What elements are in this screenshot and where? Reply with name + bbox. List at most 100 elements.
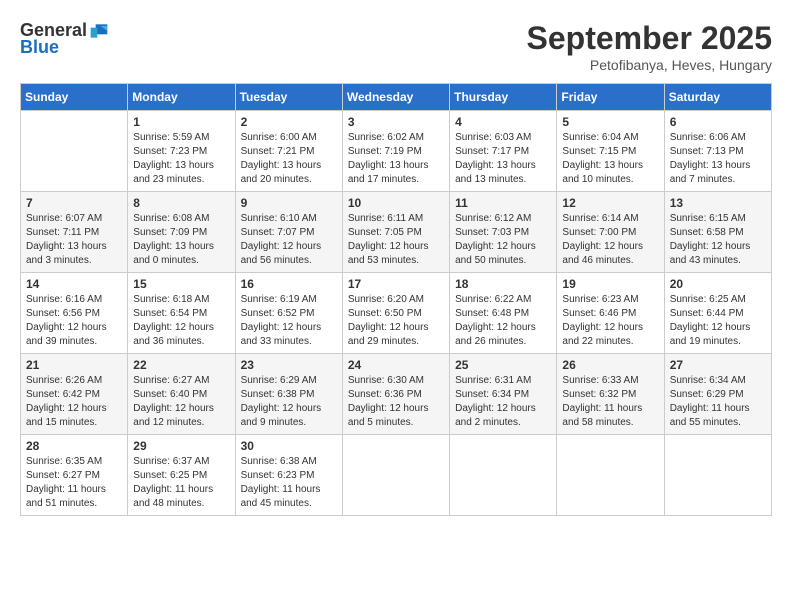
day-number: 5 bbox=[562, 115, 658, 129]
calendar-header-row: SundayMondayTuesdayWednesdayThursdayFrid… bbox=[21, 84, 772, 111]
day-detail: Sunrise: 6:33 AMSunset: 6:32 PMDaylight:… bbox=[562, 374, 658, 430]
day-number: 24 bbox=[348, 358, 444, 372]
day-number: 12 bbox=[562, 196, 658, 210]
day-number: 28 bbox=[26, 439, 122, 453]
day-detail: Sunrise: 6:04 AMSunset: 7:15 PMDaylight:… bbox=[562, 131, 658, 187]
day-number: 2 bbox=[241, 115, 337, 129]
calendar-cell bbox=[557, 435, 664, 516]
day-header-wednesday: Wednesday bbox=[342, 84, 449, 111]
day-number: 23 bbox=[241, 358, 337, 372]
day-detail: Sunrise: 6:16 AMSunset: 6:56 PMDaylight:… bbox=[26, 293, 122, 349]
calendar-week-row: 7 Sunrise: 6:07 AMSunset: 7:11 PMDaylight… bbox=[21, 192, 772, 273]
calendar-cell: 26 Sunrise: 6:33 AMSunset: 6:32 PMDayligh… bbox=[557, 354, 664, 435]
day-header-thursday: Thursday bbox=[450, 84, 557, 111]
calendar-table: SundayMondayTuesdayWednesdayThursdayFrid… bbox=[20, 83, 772, 516]
calendar-week-row: 21Sunrise: 6:26 AMSunset: 6:42 PMDayligh… bbox=[21, 354, 772, 435]
day-number: 26 bbox=[562, 358, 658, 372]
calendar-cell bbox=[21, 111, 128, 192]
day-number: 22 bbox=[133, 358, 229, 372]
day-number: 9 bbox=[241, 196, 337, 210]
day-number: 4 bbox=[455, 115, 551, 129]
calendar-cell: 4 Sunrise: 6:03 AMSunset: 7:17 PMDaylight… bbox=[450, 111, 557, 192]
day-header-tuesday: Tuesday bbox=[235, 84, 342, 111]
day-detail: Sunrise: 6:26 AMSunset: 6:42 PMDaylight:… bbox=[26, 374, 122, 430]
day-number: 20 bbox=[670, 277, 766, 291]
day-detail: Sunrise: 6:30 AMSunset: 6:36 PMDaylight:… bbox=[348, 374, 444, 430]
calendar-cell: 8 Sunrise: 6:08 AMSunset: 7:09 PMDaylight… bbox=[128, 192, 235, 273]
calendar-cell: 24 Sunrise: 6:30 AMSunset: 6:36 PMDayligh… bbox=[342, 354, 449, 435]
calendar-cell: 29Sunrise: 6:37 AMSunset: 6:25 PMDayligh… bbox=[128, 435, 235, 516]
day-detail: Sunrise: 6:18 AMSunset: 6:54 PMDaylight:… bbox=[133, 293, 229, 349]
calendar-cell: 7 Sunrise: 6:07 AMSunset: 7:11 PMDaylight… bbox=[21, 192, 128, 273]
day-detail: Sunrise: 6:29 AMSunset: 6:38 PMDaylight:… bbox=[241, 374, 337, 430]
logo-blue: Blue bbox=[20, 37, 59, 58]
day-number: 30 bbox=[241, 439, 337, 453]
subtitle: Petofibanya, Heves, Hungary bbox=[527, 57, 772, 73]
day-detail: Sunrise: 6:34 AMSunset: 6:29 PMDaylight:… bbox=[670, 374, 766, 430]
day-detail: Sunrise: 6:08 AMSunset: 7:09 PMDaylight:… bbox=[133, 212, 229, 268]
logo: General Blue bbox=[20, 20, 109, 58]
day-detail: Sunrise: 5:59 AMSunset: 7:23 PMDaylight:… bbox=[133, 131, 229, 187]
day-detail: Sunrise: 6:20 AMSunset: 6:50 PMDaylight:… bbox=[348, 293, 444, 349]
day-number: 18 bbox=[455, 277, 551, 291]
day-header-sunday: Sunday bbox=[21, 84, 128, 111]
day-detail: Sunrise: 6:03 AMSunset: 7:17 PMDaylight:… bbox=[455, 131, 551, 187]
day-detail: Sunrise: 6:12 AMSunset: 7:03 PMDaylight:… bbox=[455, 212, 551, 268]
day-number: 6 bbox=[670, 115, 766, 129]
day-header-friday: Friday bbox=[557, 84, 664, 111]
calendar-cell: 1 Sunrise: 5:59 AMSunset: 7:23 PMDaylight… bbox=[128, 111, 235, 192]
calendar-cell: 14Sunrise: 6:16 AMSunset: 6:56 PMDayligh… bbox=[21, 273, 128, 354]
calendar-week-row: 28 Sunrise: 6:35 AMSunset: 6:27 PMDayligh… bbox=[21, 435, 772, 516]
day-number: 3 bbox=[348, 115, 444, 129]
calendar-cell: 30 Sunrise: 6:38 AMSunset: 6:23 PMDayligh… bbox=[235, 435, 342, 516]
day-number: 17 bbox=[348, 277, 444, 291]
day-detail: Sunrise: 6:00 AMSunset: 7:21 PMDaylight:… bbox=[241, 131, 337, 187]
calendar-cell: 10 Sunrise: 6:11 AMSunset: 7:05 PMDayligh… bbox=[342, 192, 449, 273]
day-number: 25 bbox=[455, 358, 551, 372]
calendar-cell: 23 Sunrise: 6:29 AMSunset: 6:38 PMDayligh… bbox=[235, 354, 342, 435]
calendar-cell: 22Sunrise: 6:27 AMSunset: 6:40 PMDayligh… bbox=[128, 354, 235, 435]
day-detail: Sunrise: 6:11 AMSunset: 7:05 PMDaylight:… bbox=[348, 212, 444, 268]
day-detail: Sunrise: 6:25 AMSunset: 6:44 PMDaylight:… bbox=[670, 293, 766, 349]
calendar-cell: 15 Sunrise: 6:18 AMSunset: 6:54 PMDayligh… bbox=[128, 273, 235, 354]
calendar-cell bbox=[664, 435, 771, 516]
day-number: 13 bbox=[670, 196, 766, 210]
calendar-cell: 12 Sunrise: 6:14 AMSunset: 7:00 PMDayligh… bbox=[557, 192, 664, 273]
day-number: 29 bbox=[133, 439, 229, 453]
day-detail: Sunrise: 6:02 AMSunset: 7:19 PMDaylight:… bbox=[348, 131, 444, 187]
day-number: 15 bbox=[133, 277, 229, 291]
day-number: 8 bbox=[133, 196, 229, 210]
calendar-cell: 17 Sunrise: 6:20 AMSunset: 6:50 PMDayligh… bbox=[342, 273, 449, 354]
calendar-cell bbox=[450, 435, 557, 516]
calendar-cell: 13 Sunrise: 6:15 AMSunset: 6:58 PMDayligh… bbox=[664, 192, 771, 273]
calendar-cell: 20 Sunrise: 6:25 AMSunset: 6:44 PMDayligh… bbox=[664, 273, 771, 354]
title-section: September 2025 Petofibanya, Heves, Hunga… bbox=[527, 20, 772, 73]
calendar-cell: 9 Sunrise: 6:10 AMSunset: 7:07 PMDaylight… bbox=[235, 192, 342, 273]
day-number: 19 bbox=[562, 277, 658, 291]
day-number: 11 bbox=[455, 196, 551, 210]
day-number: 10 bbox=[348, 196, 444, 210]
day-detail: Sunrise: 6:06 AMSunset: 7:13 PMDaylight:… bbox=[670, 131, 766, 187]
day-detail: Sunrise: 6:38 AMSunset: 6:23 PMDaylight:… bbox=[241, 455, 337, 511]
day-detail: Sunrise: 6:22 AMSunset: 6:48 PMDaylight:… bbox=[455, 293, 551, 349]
day-number: 7 bbox=[26, 196, 122, 210]
day-header-saturday: Saturday bbox=[664, 84, 771, 111]
day-detail: Sunrise: 6:23 AMSunset: 6:46 PMDaylight:… bbox=[562, 293, 658, 349]
day-detail: Sunrise: 6:31 AMSunset: 6:34 PMDaylight:… bbox=[455, 374, 551, 430]
day-number: 27 bbox=[670, 358, 766, 372]
calendar-cell: 19 Sunrise: 6:23 AMSunset: 6:46 PMDayligh… bbox=[557, 273, 664, 354]
day-detail: Sunrise: 6:10 AMSunset: 7:07 PMDaylight:… bbox=[241, 212, 337, 268]
calendar-cell: 3 Sunrise: 6:02 AMSunset: 7:19 PMDaylight… bbox=[342, 111, 449, 192]
day-detail: Sunrise: 6:14 AMSunset: 7:00 PMDaylight:… bbox=[562, 212, 658, 268]
calendar-cell: 21Sunrise: 6:26 AMSunset: 6:42 PMDayligh… bbox=[21, 354, 128, 435]
calendar-cell: 28 Sunrise: 6:35 AMSunset: 6:27 PMDayligh… bbox=[21, 435, 128, 516]
page-header: General Blue September 2025 Petofibanya,… bbox=[20, 20, 772, 73]
calendar-week-row: 1 Sunrise: 5:59 AMSunset: 7:23 PMDaylight… bbox=[21, 111, 772, 192]
calendar-cell: 5 Sunrise: 6:04 AMSunset: 7:15 PMDaylight… bbox=[557, 111, 664, 192]
day-header-monday: Monday bbox=[128, 84, 235, 111]
day-detail: Sunrise: 6:07 AMSunset: 7:11 PMDaylight:… bbox=[26, 212, 122, 268]
day-number: 1 bbox=[133, 115, 229, 129]
day-detail: Sunrise: 6:19 AMSunset: 6:52 PMDaylight:… bbox=[241, 293, 337, 349]
day-detail: Sunrise: 6:35 AMSunset: 6:27 PMDaylight:… bbox=[26, 455, 122, 511]
day-detail: Sunrise: 6:15 AMSunset: 6:58 PMDaylight:… bbox=[670, 212, 766, 268]
